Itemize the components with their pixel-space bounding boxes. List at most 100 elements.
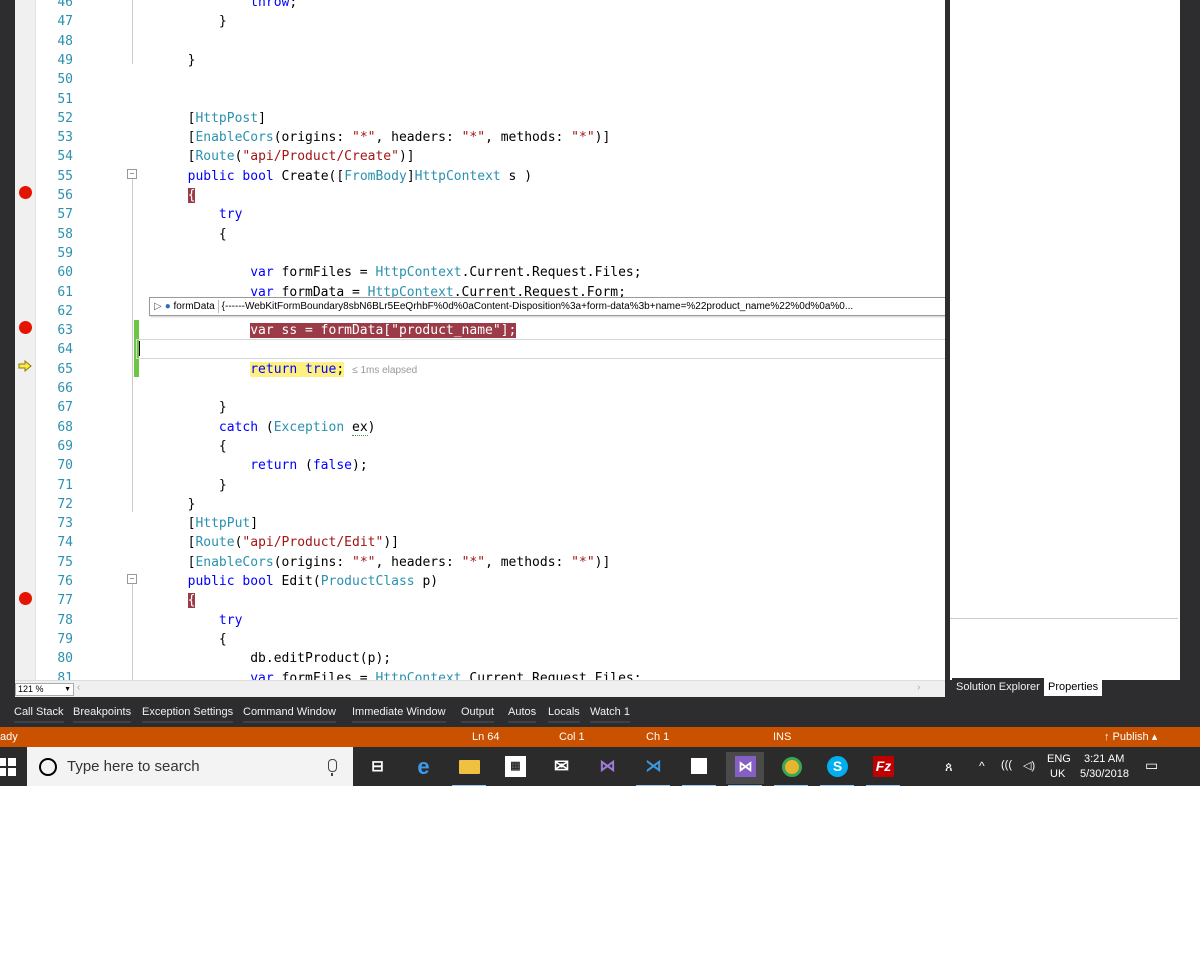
chrome-icon[interactable] xyxy=(772,752,810,786)
code-line[interactable]: 55 public bool Create([FromBody]HttpCont… xyxy=(35,167,930,186)
tab-immediate-window[interactable]: Immediate Window xyxy=(352,703,446,723)
code-line[interactable]: 64 xyxy=(35,340,930,359)
code-line[interactable]: 60 var formFiles = HttpContext.Current.R… xyxy=(35,263,930,282)
language-code[interactable]: ENG xyxy=(1047,753,1071,765)
store-icon[interactable]: ▦ xyxy=(496,752,534,784)
tab-solution-explorer[interactable]: Solution Explorer xyxy=(952,678,1044,696)
visual-studio-code-icon[interactable]: ⋊ xyxy=(634,752,672,786)
line-number: 80 xyxy=(57,651,73,667)
datatip-variable-name: formData xyxy=(173,301,215,312)
breakpoint-icon[interactable] xyxy=(19,592,32,605)
tab-exception-settings[interactable]: Exception Settings xyxy=(142,703,234,723)
taskbar-search-box[interactable]: Type here to search xyxy=(27,747,353,786)
code-line[interactable]: 70 return (false); xyxy=(35,456,930,475)
code-editor[interactable]: − − 46 throw; 47 } 48 49 } 50 51 52 [HttpPost]… xyxy=(15,0,945,680)
code-line[interactable]: 71 } xyxy=(35,476,930,495)
code-line[interactable]: 69 { xyxy=(35,437,930,456)
volume-icon[interactable]: ◁) xyxy=(1023,759,1035,772)
code-line[interactable]: 49 } xyxy=(35,51,930,70)
code-line[interactable]: 65 return true; ≤ 1ms elapsed xyxy=(35,360,930,379)
code-line[interactable]: 79 { xyxy=(35,630,930,649)
code-line[interactable]: 48 xyxy=(35,32,930,51)
code-text: } xyxy=(125,477,227,493)
glyph-margin[interactable] xyxy=(15,0,36,680)
tab-breakpoints[interactable]: Breakpoints xyxy=(73,703,132,723)
code-line[interactable]: 76 public bool Edit(ProductClass p) xyxy=(35,572,930,591)
code-line[interactable]: 54 [Route("api/Product/Create")] xyxy=(35,147,930,166)
code-line[interactable]: 72 } xyxy=(35,495,930,514)
line-number: 51 xyxy=(57,91,73,107)
breakpoint-icon[interactable] xyxy=(19,186,32,199)
code-line[interactable]: 46 throw; xyxy=(35,0,930,12)
code-line[interactable]: 52 [HttpPost] xyxy=(35,109,930,128)
region-code[interactable]: UK xyxy=(1050,768,1065,780)
code-line[interactable]: 51 xyxy=(35,90,930,109)
mail-icon[interactable]: ✉ xyxy=(542,752,580,784)
tab-output[interactable]: Output xyxy=(461,703,495,723)
zoom-dropdown[interactable]: 121 % ▼ xyxy=(15,683,74,696)
filezilla-icon[interactable]: Fz xyxy=(864,752,902,786)
properties-description xyxy=(950,618,1178,679)
action-center-icon[interactable]: ▭ xyxy=(1145,757,1158,774)
publish-button[interactable]: ↑ Publish ▴ xyxy=(1104,727,1157,747)
people-icon[interactable]: ጰ xyxy=(945,759,953,775)
tab-properties[interactable]: Properties xyxy=(1044,678,1103,696)
task-view-icon[interactable]: ⊟ xyxy=(358,752,396,784)
code-line[interactable]: 81 var formFiles = HttpContext.Current.R… xyxy=(35,669,930,681)
scroll-right-arrow-icon[interactable]: › xyxy=(917,682,920,693)
line-number: 66 xyxy=(57,381,73,396)
code-area[interactable]: − − 46 throw; 47 } 48 49 } 50 51 52 [HttpPost]… xyxy=(35,0,945,681)
visual-studio-preview-icon[interactable]: ⋈ xyxy=(588,752,626,784)
code-text: { xyxy=(125,631,227,647)
edge-browser-icon[interactable]: e xyxy=(404,752,442,784)
microphone-icon[interactable] xyxy=(328,759,337,776)
file-explorer-icon[interactable] xyxy=(450,752,488,786)
line-number: 64 xyxy=(57,342,73,358)
line-number: 77 xyxy=(57,593,73,609)
code-line[interactable]: 75 [EnableCors(origins: "*", headers: "*… xyxy=(35,553,930,572)
code-line[interactable]: 78 try xyxy=(35,611,930,630)
code-line[interactable]: 57 try xyxy=(35,205,930,224)
chevron-up-icon[interactable]: ^ xyxy=(979,759,985,773)
line-number: 70 xyxy=(57,458,73,474)
tab-call-stack[interactable]: Call Stack xyxy=(14,703,64,723)
tab-watch-1[interactable]: Watch 1 xyxy=(590,703,630,723)
windows-start-icon[interactable] xyxy=(0,758,16,776)
code-text: public bool Edit(ProductClass p) xyxy=(187,574,439,589)
line-number: 71 xyxy=(57,477,73,493)
code-line[interactable]: 80 db.editProduct(p); xyxy=(35,649,930,668)
code-text: var formFiles = HttpContext.Current.Requ… xyxy=(250,265,642,281)
code-line[interactable]: 47 } xyxy=(35,12,930,31)
scroll-left-arrow-icon[interactable]: ‹ xyxy=(77,682,80,693)
status-insert-mode[interactable]: INS xyxy=(773,727,791,747)
code-line[interactable]: 53 [EnableCors(origins: "*", headers: "*… xyxy=(35,128,930,147)
code-line[interactable]: 58 { xyxy=(35,225,930,244)
line-number: 61 xyxy=(57,284,73,300)
code-line[interactable]: 67 } xyxy=(35,398,930,417)
code-line[interactable]: 63 var ss = formData["product_name"]; xyxy=(35,321,930,340)
breakpoint-icon[interactable] xyxy=(19,321,32,334)
code-line[interactable]: 68 catch (Exception ex) xyxy=(35,418,930,437)
code-line[interactable]: 56 { xyxy=(35,186,930,205)
sticky-notes-icon[interactable] xyxy=(680,752,718,786)
code-line[interactable]: 74 [Route("api/Product/Edit")] xyxy=(35,533,930,552)
clock-time[interactable]: 3:21 AM xyxy=(1084,753,1124,765)
tab-command-window[interactable]: Command Window xyxy=(243,703,336,723)
expand-arrow-icon[interactable]: ▷ xyxy=(154,301,162,312)
code-line[interactable]: 59 xyxy=(35,244,930,263)
tab-autos[interactable]: Autos xyxy=(508,703,537,723)
line-number: 60 xyxy=(57,265,73,281)
tab-locals[interactable]: Locals xyxy=(548,703,580,723)
current-statement-arrow-icon xyxy=(18,360,32,372)
datatip-value[interactable]: {------WebKitFormBoundary8sbN6BLr5EeQrhb… xyxy=(222,301,854,312)
wifi-icon[interactable]: ((( xyxy=(1001,759,1012,771)
visual-studio-icon[interactable]: ⋈ xyxy=(726,752,764,786)
code-line[interactable]: 77 { xyxy=(35,591,930,610)
code-line[interactable]: 66 xyxy=(35,379,930,398)
line-number: 72 xyxy=(57,496,73,512)
skype-icon[interactable]: S xyxy=(818,752,856,786)
data-tip[interactable]: ▷ ● formData {------WebKitFormBoundary8sbN… xyxy=(149,297,945,316)
clock-date[interactable]: 5/30/2018 xyxy=(1080,768,1129,780)
code-line[interactable]: 50 xyxy=(35,70,930,89)
code-line[interactable]: 73 [HttpPut] xyxy=(35,514,930,533)
